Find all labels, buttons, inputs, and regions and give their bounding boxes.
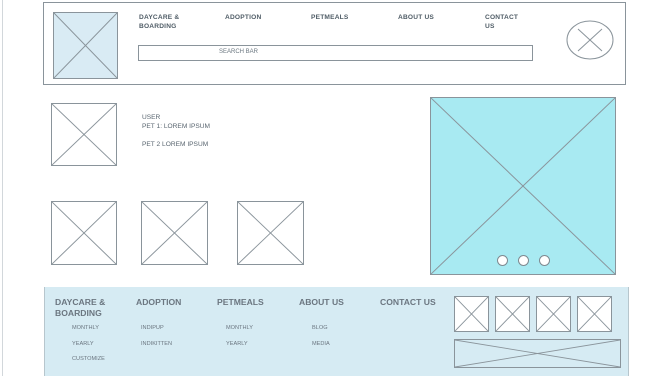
footer-link-indipup[interactable]: INDIPUP <box>141 325 164 331</box>
carousel-dots <box>497 255 550 266</box>
search-input[interactable]: SEARCH BAR <box>138 45 533 61</box>
search-placeholder: SEARCH BAR <box>219 49 259 55</box>
footer-heading-adoption[interactable]: ADOPTION <box>136 297 181 308</box>
header: DAYCARE & BOARDING ADOPTION PETMEALS ABO… <box>43 2 626 85</box>
footer-heading-contact-us[interactable]: CONTACT US <box>380 297 436 308</box>
footer-image-placeholder[interactable] <box>454 296 489 332</box>
footer-heading-about-us[interactable]: ABOUT US <box>299 297 344 308</box>
footer-image-placeholder[interactable] <box>577 296 612 332</box>
pet-image-placeholder[interactable] <box>141 201 208 265</box>
footer-heading-daycare-boarding[interactable]: DAYCARE & BOARDING <box>55 297 105 319</box>
carousel-dot[interactable] <box>497 255 508 266</box>
footer-link-monthly[interactable]: MONTHLY <box>72 325 99 331</box>
nav-petmeals[interactable]: PETMEALS <box>311 13 349 22</box>
pet-1-text: PET 1: LOREM IPSUM <box>142 123 211 130</box>
page-left-edge <box>2 0 3 376</box>
pet-image-placeholder[interactable] <box>51 201 117 265</box>
footer-link-blog[interactable]: BLOG <box>312 325 328 331</box>
footer-image-placeholder[interactable] <box>495 296 530 332</box>
user-title: USER <box>142 114 161 121</box>
footer-heading-petmeals[interactable]: PETMEALS <box>217 297 264 308</box>
nav-daycare-boarding[interactable]: DAYCARE & BOARDING <box>139 13 179 31</box>
profile-avatar-icon[interactable] <box>566 20 614 60</box>
pet-2-text: PET 2 LOREM IPSUM <box>142 141 209 148</box>
nav-adoption[interactable]: ADOPTION <box>225 13 261 22</box>
footer-link-media[interactable]: MEDIA <box>312 341 330 347</box>
footer-banner-placeholder[interactable] <box>454 339 621 368</box>
nav-contact-us[interactable]: CONTACT US <box>485 13 518 31</box>
footer: DAYCARE & BOARDING MONTHLY YEARLY CUSTOM… <box>44 287 629 376</box>
footer-link-indikitten[interactable]: INDIKITTEN <box>141 341 172 347</box>
footer-link-yearly[interactable]: YEARLY <box>72 341 94 347</box>
hero-carousel-image[interactable] <box>430 97 616 275</box>
user-info: USER PET 1: LOREM IPSUM PET 2 LOREM IPSU… <box>142 113 210 149</box>
logo-placeholder[interactable] <box>53 12 118 79</box>
pet-image-placeholder[interactable] <box>237 201 304 265</box>
footer-link-yearly[interactable]: YEARLY <box>226 341 248 347</box>
carousel-dot[interactable] <box>539 255 550 266</box>
footer-link-monthly[interactable]: MONTHLY <box>226 325 253 331</box>
footer-link-customize[interactable]: CUSTOMIZE <box>72 356 105 362</box>
nav-about-us[interactable]: ABOUT US <box>398 13 434 22</box>
carousel-dot[interactable] <box>518 255 529 266</box>
user-avatar-placeholder[interactable] <box>51 103 117 166</box>
footer-image-placeholder[interactable] <box>536 296 571 332</box>
